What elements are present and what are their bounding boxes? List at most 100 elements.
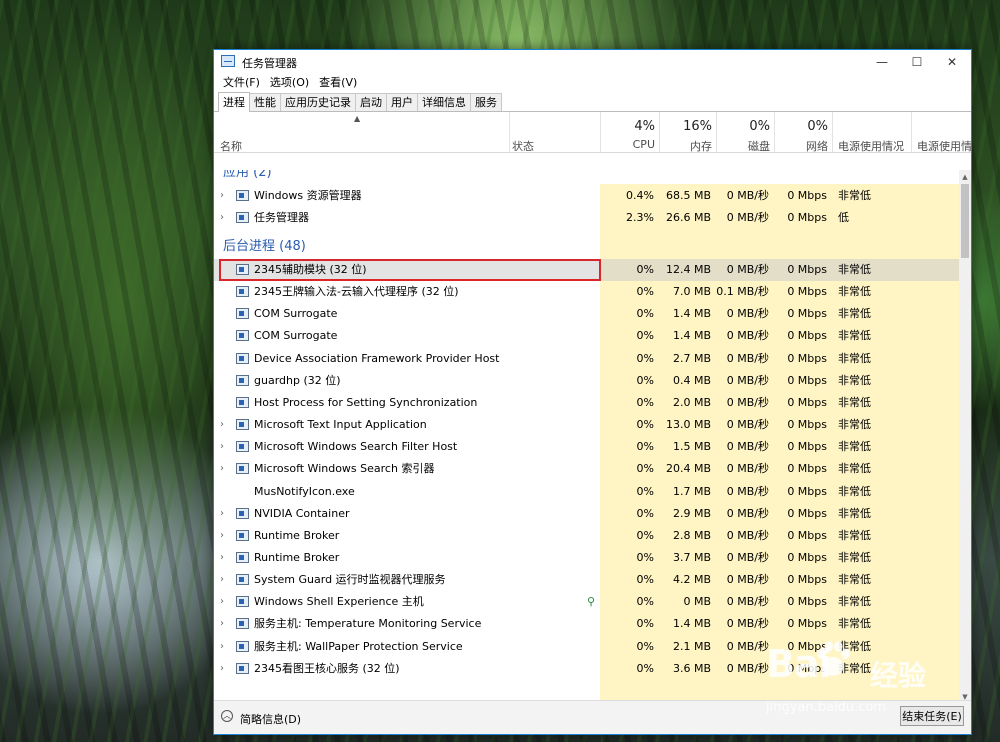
tab-services[interactable]: 服务 (470, 93, 502, 111)
expand-chevron-icon[interactable]: › (220, 436, 228, 458)
expand-chevron-icon[interactable]: › (220, 658, 228, 680)
menu-view[interactable]: 查看(V) (314, 74, 362, 91)
disk-label: 磁盘 (748, 140, 770, 153)
process-power: 非常低 (838, 506, 871, 520)
process-disk: 0 MB/秒 (726, 440, 769, 454)
process-cpu: 0.4% (626, 189, 654, 202)
tab-details[interactable]: 详细信息 (417, 93, 471, 111)
process-row[interactable]: › Windows Shell Experience 主机 ⚲ 0% 0 MB 0 MB/… (214, 591, 960, 613)
menu-bar: 文件(F) 选项(O) 查看(V) (214, 74, 971, 91)
process-row[interactable]: › Microsoft Text Input Application 0% 13.0 … (214, 414, 960, 436)
vertical-scrollbar[interactable]: ▲ ▼ (959, 170, 971, 704)
process-row[interactable]: guardhp (32 位) 0% 0.4 MB 0 MB/秒 0 Mbps 非常低 (214, 370, 960, 392)
process-window-icon (236, 441, 249, 453)
tab-performance[interactable]: 性能 (249, 93, 281, 111)
column-power-trend[interactable]: 电源使用情况 (911, 112, 971, 152)
process-row[interactable]: › Microsoft Windows Search 索引器 0% 20.4 MB 0 … (214, 458, 960, 480)
process-cpu: 0% (636, 307, 654, 321)
process-row[interactable]: › NVIDIA Container 0% 2.9 MB 0 MB/秒 0 Mbps 非常低 (214, 503, 960, 525)
column-disk[interactable]: 0% 磁盘 (716, 112, 774, 153)
process-window-icon (236, 529, 249, 541)
process-power: 非常低 (838, 285, 871, 299)
expand-chevron-icon[interactable]: › (220, 525, 228, 547)
group-apps-label: 应用 (2) (223, 170, 272, 180)
process-mem: 12.4 MB (665, 263, 711, 276)
process-row[interactable]: Device Association Framework Provider Ho… (214, 348, 960, 370)
process-name: Windows Shell Experience 主机 (254, 595, 424, 609)
fewer-details-link[interactable]: 简略信息(D) (240, 711, 301, 727)
process-row[interactable]: › Runtime Broker 0% 2.8 MB 0 MB/秒 0 Mbps 非常低 (214, 525, 960, 547)
process-mem: 13.0 MB (665, 418, 711, 432)
tab-app-history[interactable]: 应用历史记录 (280, 93, 356, 111)
process-row[interactable]: COM Surrogate 0% 1.4 MB 0 MB/秒 0 Mbps 非常低 (214, 325, 960, 347)
process-mem: 3.7 MB (672, 550, 711, 564)
tab-processes[interactable]: 进程 (218, 92, 250, 112)
expand-chevron-icon[interactable]: › (220, 207, 228, 229)
process-power: 非常低 (838, 263, 871, 276)
menu-options[interactable]: 选项(O) (265, 74, 314, 91)
collapse-circle-icon[interactable]: ︿ (221, 710, 233, 722)
process-name: MusNotifyIcon.exe (254, 484, 355, 498)
process-mem: 1.4 MB (672, 329, 711, 343)
process-row[interactable]: › 任务管理器 2.3% 26.6 MB 0 MB/秒 0 Mbps 低 (214, 207, 960, 229)
process-disk: 0 MB/秒 (726, 351, 769, 365)
column-network[interactable]: 0% 网络 (774, 112, 832, 153)
minimize-button[interactable]: — (865, 50, 899, 74)
tab-startup[interactable]: 启动 (355, 93, 387, 111)
column-status[interactable]: 状态 (512, 138, 534, 154)
process-cpu: 0% (636, 329, 654, 343)
process-row[interactable]: › Windows 资源管理器 0.4% 68.5 MB 0 MB/秒 0 Mbps 非常低 (214, 185, 960, 207)
title-bar[interactable]: 任务管理器 — ☐ ✕ (214, 50, 971, 74)
process-power: 非常低 (838, 329, 871, 343)
process-window-icon (236, 574, 249, 586)
scroll-thumb[interactable] (961, 184, 969, 258)
close-button[interactable]: ✕ (935, 50, 969, 74)
expand-chevron-icon[interactable]: › (220, 503, 228, 525)
menu-file[interactable]: 文件(F) (218, 74, 265, 91)
group-background-row[interactable]: 后台进程 (48) (214, 236, 960, 258)
process-net: 0 Mbps (787, 595, 827, 609)
process-name: Windows 资源管理器 (254, 189, 362, 202)
process-row[interactable]: › System Guard 运行时监视器代理服务 0% 4.2 MB 0 MB/秒 0 … (214, 569, 960, 591)
process-row[interactable]: Host Process for Setting Synchronization… (214, 392, 960, 414)
process-window-icon (236, 308, 249, 320)
process-cpu: 2.3% (626, 211, 654, 224)
tab-users[interactable]: 用户 (386, 93, 418, 111)
expand-chevron-icon[interactable]: › (220, 636, 228, 658)
process-net: 0 Mbps (787, 307, 827, 321)
memory-label: 内存 (690, 140, 712, 153)
power-trend-label: 电源使用情况 (917, 140, 971, 152)
group-apps-row[interactable]: 应用 (2) (214, 170, 960, 184)
process-disk: 0 MB/秒 (726, 506, 769, 520)
process-net: 0 Mbps (787, 418, 827, 432)
expand-chevron-icon[interactable]: › (220, 414, 228, 436)
process-name: 2345王牌输入法-云输入代理程序 (32 位) (254, 285, 459, 299)
scroll-up-icon[interactable]: ▲ (959, 170, 971, 184)
process-power: 非常低 (838, 573, 871, 587)
process-name: System Guard 运行时监视器代理服务 (254, 573, 446, 587)
column-power[interactable]: 电源使用情况 (832, 112, 911, 153)
process-mem: 2.7 MB (672, 351, 711, 365)
column-name[interactable]: 名称 (220, 138, 242, 154)
maximize-button[interactable]: ☐ (900, 50, 934, 74)
expand-chevron-icon[interactable]: › (220, 591, 228, 613)
column-memory[interactable]: 16% 内存 (659, 112, 716, 153)
process-window-icon (236, 352, 249, 364)
process-disk: 0 MB/秒 (726, 595, 769, 609)
expand-chevron-icon[interactable]: › (220, 185, 228, 207)
process-row[interactable]: COM Surrogate 0% 1.4 MB 0 MB/秒 0 Mbps 非常低 (214, 303, 960, 325)
process-disk: 0 MB/秒 (726, 373, 769, 387)
process-cpu: 0% (636, 440, 654, 454)
process-row[interactable]: MusNotifyIcon.exe 0% 1.7 MB 0 MB/秒 0 Mbps 非常低 (214, 481, 960, 503)
expand-chevron-icon[interactable]: › (220, 569, 228, 591)
process-row[interactable]: › Runtime Broker 0% 3.7 MB 0 MB/秒 0 Mbps 非常低 (214, 547, 960, 569)
process-row[interactable]: 2345王牌输入法-云输入代理程序 (32 位) 0% 7.0 MB 0.1 MB/秒… (214, 281, 960, 303)
process-cpu: 0% (636, 639, 654, 653)
process-row[interactable]: › Microsoft Windows Search Filter Host 0% 1… (214, 436, 960, 458)
column-cpu[interactable]: 4% CPU (600, 112, 659, 152)
expand-chevron-icon[interactable]: › (220, 458, 228, 480)
expand-chevron-icon[interactable]: › (220, 613, 228, 635)
window-title: 任务管理器 (242, 57, 297, 70)
process-name: COM Surrogate (254, 307, 338, 321)
expand-chevron-icon[interactable]: › (220, 547, 228, 569)
